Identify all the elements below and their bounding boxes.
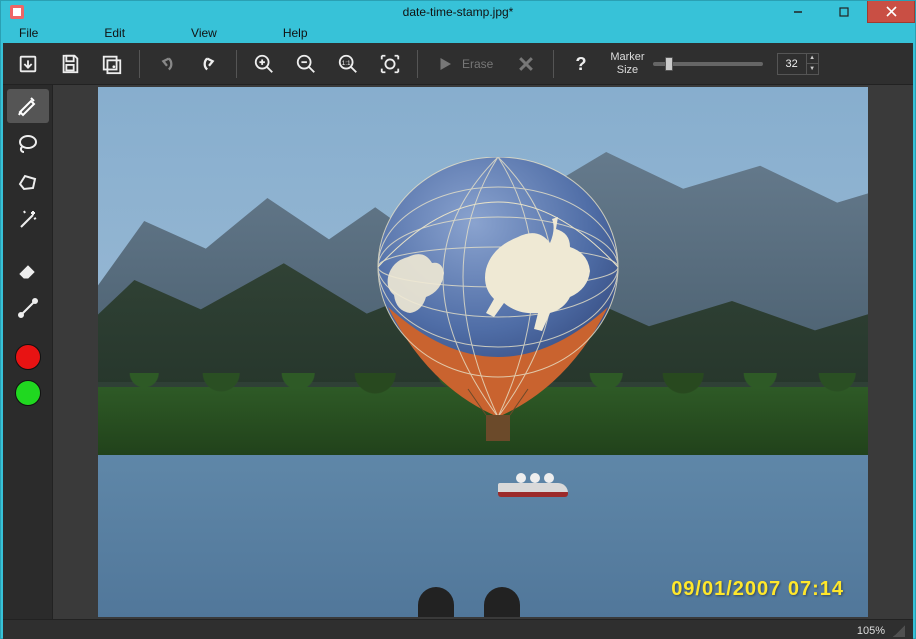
cancel-button[interactable] xyxy=(507,47,545,81)
canvas-viewport[interactable]: 09/01/2007 07:14 xyxy=(53,85,913,619)
scene-foreground xyxy=(418,587,520,617)
menu-edit[interactable]: Edit xyxy=(96,23,133,43)
zoom-actual-button[interactable]: 1:1 xyxy=(329,47,367,81)
window-controls xyxy=(775,1,915,23)
redo-button[interactable] xyxy=(190,47,228,81)
line-tool[interactable] xyxy=(7,291,49,325)
help-button[interactable]: ? xyxy=(562,47,600,81)
marker-size-spinner[interactable]: 32 ▲▼ xyxy=(777,53,819,75)
eraser-tool[interactable] xyxy=(7,253,49,287)
maximize-button[interactable] xyxy=(821,1,867,23)
tool-sidebar xyxy=(3,85,53,619)
svg-text:1:1: 1:1 xyxy=(342,59,351,66)
resize-grip-icon[interactable] xyxy=(893,625,905,637)
image-timestamp: 09/01/2007 07:14 xyxy=(671,578,844,601)
open-button[interactable] xyxy=(9,47,47,81)
marker-size-value[interactable]: 32 xyxy=(778,54,806,74)
zoom-fit-button[interactable] xyxy=(371,47,409,81)
erase-label: Erase xyxy=(462,57,493,71)
lasso-tool[interactable] xyxy=(7,127,49,161)
menu-bar: File Edit View Help xyxy=(1,23,915,43)
scene-boat xyxy=(498,483,568,497)
undo-button[interactable] xyxy=(148,47,186,81)
save-button[interactable] xyxy=(51,47,89,81)
menu-view[interactable]: View xyxy=(183,23,225,43)
polygon-tool[interactable] xyxy=(7,165,49,199)
erase-button[interactable]: Erase xyxy=(426,47,503,81)
spinner-down[interactable]: ▼ xyxy=(806,64,818,74)
color-red-swatch[interactable] xyxy=(15,344,41,370)
compare-button[interactable] xyxy=(93,47,131,81)
magic-wand-tool[interactable] xyxy=(7,203,49,237)
marker-tool[interactable] xyxy=(7,89,49,123)
workspace: 09/01/2007 07:14 xyxy=(3,85,913,619)
menu-file[interactable]: File xyxy=(11,23,46,43)
zoom-out-button[interactable] xyxy=(287,47,325,81)
spinner-up[interactable]: ▲ xyxy=(806,54,818,65)
title-bar: date-time-stamp.jpg* xyxy=(1,1,915,23)
minimize-button[interactable] xyxy=(775,1,821,23)
zoom-level: 105% xyxy=(857,625,885,637)
close-button[interactable] xyxy=(867,1,915,23)
image-canvas[interactable]: 09/01/2007 07:14 xyxy=(98,87,868,617)
main-toolbar: 1:1 Erase ? MarkerSize 32 ▲▼ xyxy=(3,43,913,85)
app-icon xyxy=(9,4,25,20)
marker-size-slider[interactable] xyxy=(653,62,763,66)
scene-balloon xyxy=(368,157,628,457)
zoom-in-button[interactable] xyxy=(245,47,283,81)
svg-text:?: ? xyxy=(576,54,587,74)
color-green-swatch[interactable] xyxy=(15,380,41,406)
slider-thumb[interactable] xyxy=(665,57,673,71)
status-bar: 105% xyxy=(3,619,913,639)
marker-size-label: MarkerSize xyxy=(610,51,644,75)
menu-help[interactable]: Help xyxy=(275,23,316,43)
